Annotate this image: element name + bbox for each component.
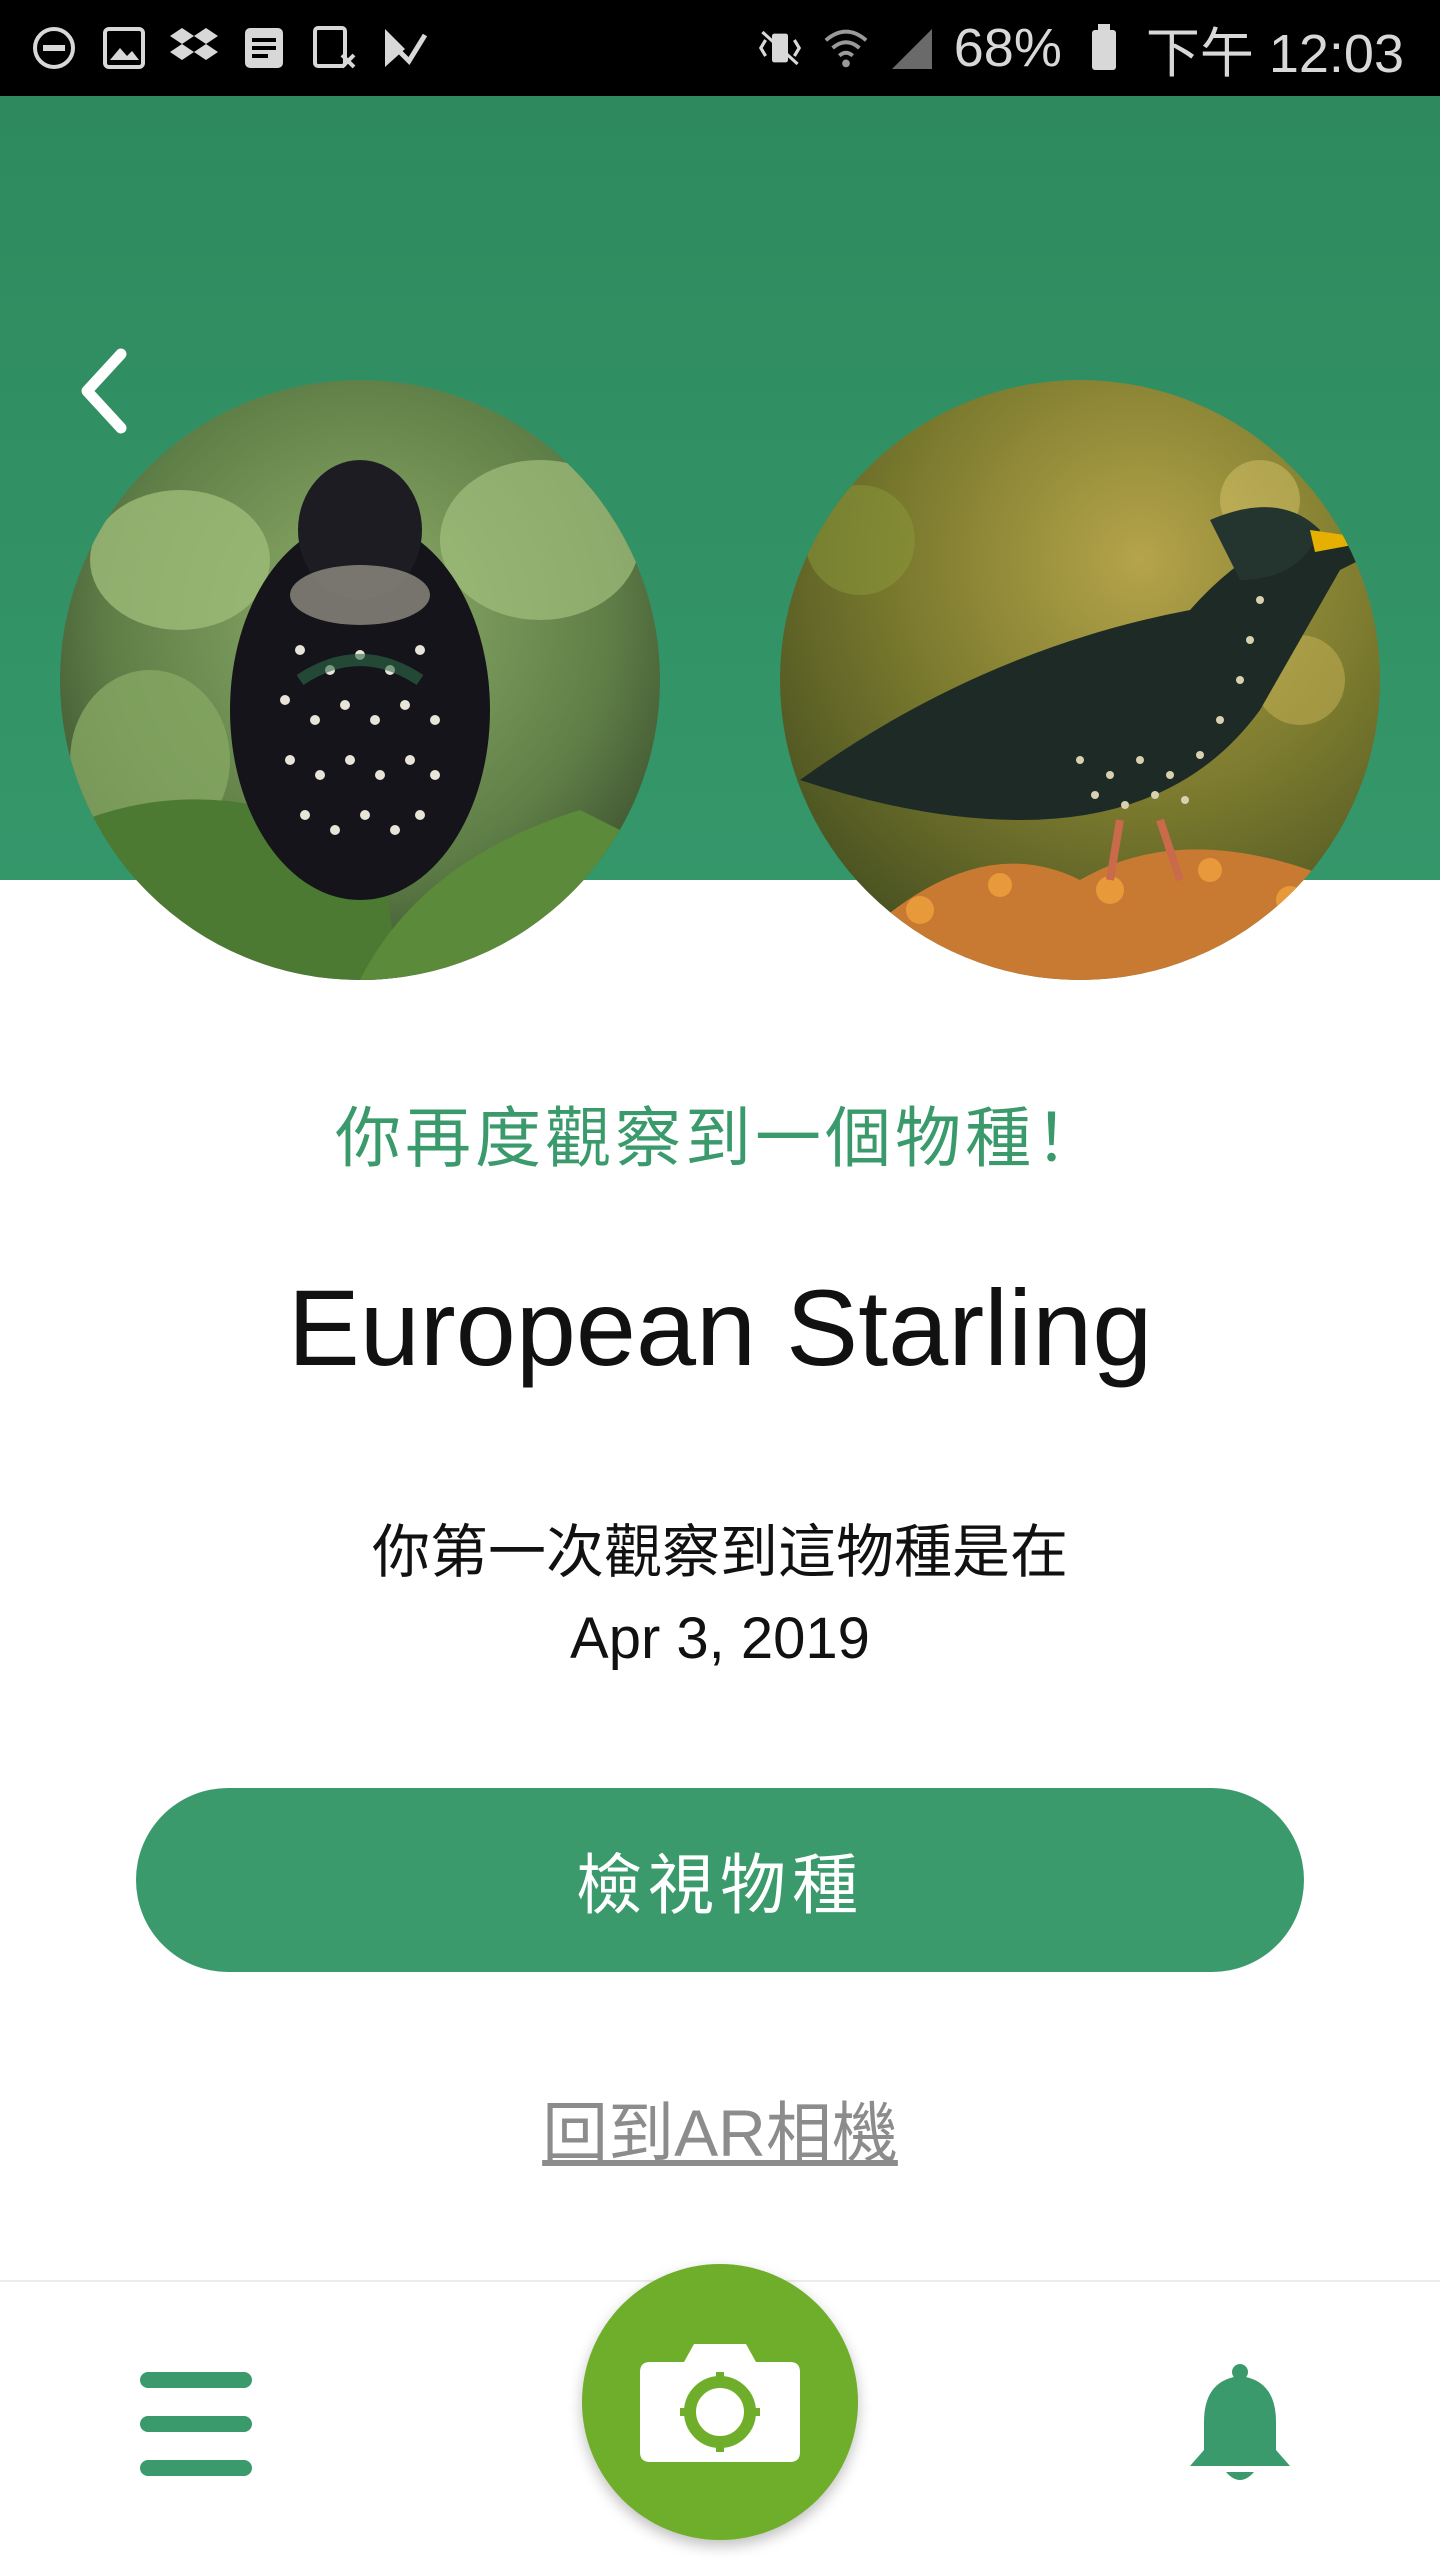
- battery-icon: [1080, 24, 1128, 72]
- notes-icon: [240, 24, 288, 72]
- battery-percent: 68%: [953, 18, 1062, 78]
- app-icon: [380, 24, 428, 72]
- bell-icon: [1190, 2364, 1290, 2480]
- do-not-disturb-icon: [30, 24, 78, 72]
- status-right-icons: 68% 下午 12:03: [756, 14, 1404, 84]
- observed-again-message: 你再度觀察到一個物種！: [335, 1101, 1105, 1175]
- status-left-icons: [30, 18, 428, 78]
- chevron-left-icon: [81, 348, 127, 434]
- menu-button[interactable]: [140, 2372, 260, 2482]
- camera-button[interactable]: [582, 2264, 858, 2540]
- back-button[interactable]: [60, 336, 150, 446]
- keyboard-icon: [310, 24, 358, 72]
- camera-icon: [640, 2344, 800, 2462]
- status-bar: 68% 下午 12:03: [0, 0, 1440, 96]
- clock: 下午 12:03: [1145, 23, 1404, 84]
- starling-front-photo: [60, 380, 660, 980]
- gallery-icon: [100, 24, 148, 72]
- view-species-button[interactable]: 檢視物種: [136, 1788, 1304, 1972]
- bottom-navigation: [0, 2264, 1440, 2562]
- notifications-button[interactable]: [1180, 2362, 1300, 2492]
- starling-side-photo: [780, 380, 1380, 980]
- signal-icon: [888, 24, 936, 72]
- wifi-icon: [822, 24, 870, 72]
- first-observed-info: 你第一次觀察到這物種是在 Apr 3, 2019: [0, 1510, 1440, 1682]
- back-to-ar-camera-link[interactable]: 回到AR相機: [0, 2080, 1440, 2176]
- vibrate-icon: [756, 24, 804, 72]
- species-name: European Starling: [287, 1267, 1153, 1388]
- dropbox-icon: [170, 24, 218, 72]
- first-observed-date: Apr 3, 2019: [570, 1606, 870, 1671]
- first-observed-label: 你第一次觀察到這物種是在: [371, 1520, 1068, 1585]
